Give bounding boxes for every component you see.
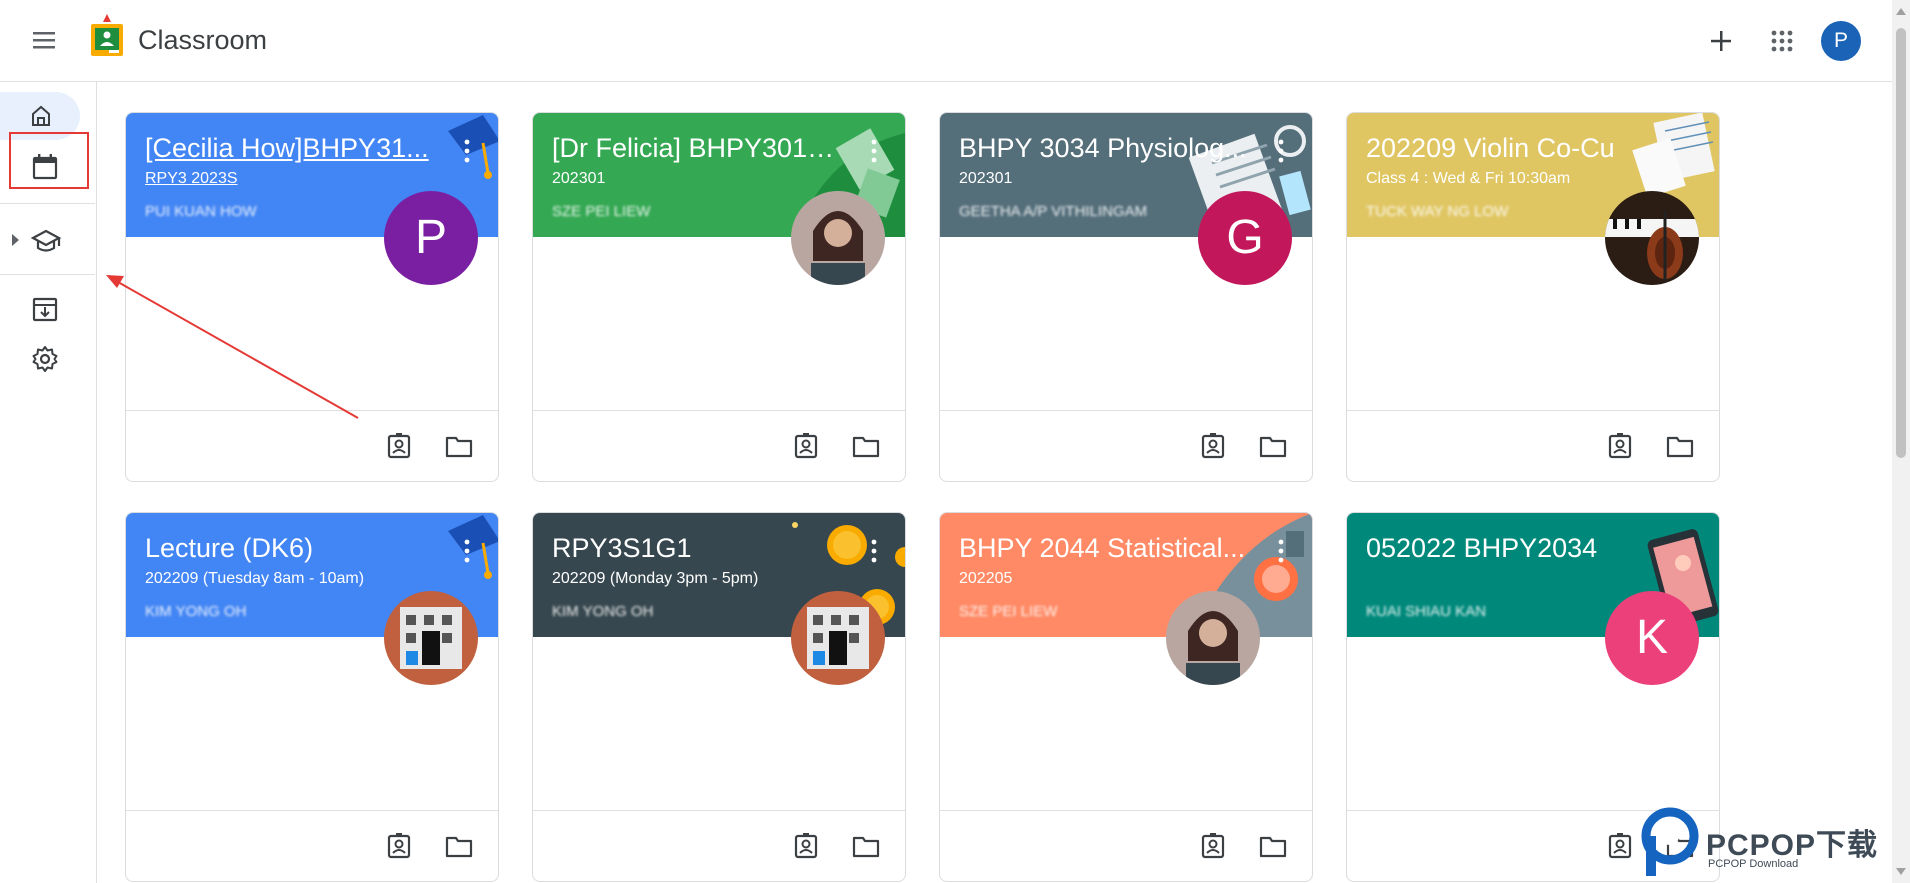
more-options-icon[interactable] xyxy=(1276,137,1286,165)
card-title[interactable]: BHPY 2044 Statistical... xyxy=(959,533,1249,564)
class-card[interactable]: BHPY 2044 Statistical... 202205 SZE PEI … xyxy=(939,512,1313,882)
sidebar-divider xyxy=(0,274,95,275)
card-footer xyxy=(940,410,1312,481)
card-subtitle[interactable]: 202205 xyxy=(959,570,1012,588)
card-subtitle[interactable]: RPY3 2023S xyxy=(145,170,238,188)
hamburger-menu-icon xyxy=(33,32,55,49)
teacher-photo xyxy=(384,591,478,685)
folder-icon[interactable] xyxy=(851,431,881,461)
work-portfolio-icon[interactable] xyxy=(1605,431,1635,461)
card-footer xyxy=(533,410,905,481)
vertical-scrollbar[interactable] xyxy=(1892,0,1910,883)
google-apps-button[interactable] xyxy=(1762,20,1802,62)
work-portfolio-icon[interactable] xyxy=(791,431,821,461)
class-card[interactable]: BHPY 3034 Physiolog... 202301 GEETHA A/P… xyxy=(939,112,1313,482)
school-icon xyxy=(30,229,62,252)
card-teacher: GEETHA A/P VITHILINGAM xyxy=(959,203,1148,220)
card-teacher: KIM YONG OH xyxy=(145,603,247,620)
folder-icon[interactable] xyxy=(444,831,474,861)
sidebar-item-enrolled[interactable] xyxy=(29,224,63,258)
card-footer xyxy=(940,810,1312,881)
app-title[interactable]: Classroom xyxy=(138,25,267,56)
card-footer xyxy=(533,810,905,881)
card-title[interactable]: [Dr Felicia] BHPY3014... xyxy=(552,133,842,164)
card-teacher: KUAI SHIAU KAN xyxy=(1366,603,1487,620)
card-teacher: SZE PEI LIEW xyxy=(959,603,1058,620)
scroll-thumb[interactable] xyxy=(1896,28,1906,458)
card-header: BHPY 2044 Statistical... 202205 SZE PEI … xyxy=(940,513,1312,637)
card-subtitle[interactable]: 202209 (Monday 3pm - 5pm) xyxy=(552,570,758,588)
create-join-class-button[interactable] xyxy=(1701,20,1741,62)
card-teacher: KIM YONG OH xyxy=(552,603,654,620)
class-card[interactable]: [Dr Felicia] BHPY3014... 202301 SZE PEI … xyxy=(532,112,906,482)
navigation-sidebar xyxy=(0,82,97,883)
classroom-logo[interactable] xyxy=(89,12,125,60)
expand-caret-icon[interactable] xyxy=(12,234,19,246)
card-teacher: TUCK WAY NG LOW xyxy=(1366,203,1509,220)
teacher-avatar: K xyxy=(1605,591,1699,685)
card-title[interactable]: Lecture (DK6) xyxy=(145,533,435,564)
card-teacher: PUI KUAN HOW xyxy=(145,203,257,220)
work-portfolio-icon[interactable] xyxy=(1198,831,1228,861)
card-footer xyxy=(126,410,498,481)
watermark-logo xyxy=(1641,807,1699,876)
class-card[interactable]: Lecture (DK6) 202209 (Tuesday 8am - 10am… xyxy=(125,512,499,882)
card-footer xyxy=(126,810,498,881)
work-portfolio-icon[interactable] xyxy=(1198,431,1228,461)
sidebar-item-settings[interactable] xyxy=(28,342,62,376)
gear-icon xyxy=(32,346,58,372)
scroll-down-arrow[interactable] xyxy=(1896,868,1906,875)
watermark-subtext: PCPOP Download xyxy=(1708,858,1799,870)
folder-icon[interactable] xyxy=(1665,431,1695,461)
card-title[interactable]: 052022 BHPY2034 xyxy=(1366,533,1656,564)
account-avatar[interactable]: P xyxy=(1821,21,1861,61)
card-subtitle[interactable]: Class 4 : Wed & Fri 10:30am xyxy=(1366,170,1570,188)
class-card[interactable]: RPY3S1G1 202209 (Monday 3pm - 5pm) KIM Y… xyxy=(532,512,906,882)
card-title[interactable]: 202209 Violin Co-Cu xyxy=(1366,133,1656,164)
card-footer xyxy=(1347,410,1719,481)
sidebar-divider xyxy=(0,203,95,204)
teacher-photo xyxy=(791,591,885,685)
archive-icon xyxy=(32,297,58,322)
teacher-photo xyxy=(1605,191,1699,285)
more-options-icon[interactable] xyxy=(1276,537,1286,565)
card-subtitle[interactable]: 202209 (Tuesday 8am - 10am) xyxy=(145,570,364,588)
folder-icon[interactable] xyxy=(851,831,881,861)
more-options-icon[interactable] xyxy=(462,537,472,565)
home-icon xyxy=(32,105,50,126)
card-title[interactable]: RPY3S1G1 xyxy=(552,533,842,564)
plus-icon xyxy=(1711,31,1731,51)
sidebar-item-archived[interactable] xyxy=(28,292,62,326)
card-title[interactable]: [Cecilia How]BHPY31... xyxy=(145,133,435,164)
folder-icon[interactable] xyxy=(1258,431,1288,461)
main-menu-button[interactable] xyxy=(26,22,62,58)
scroll-up-arrow[interactable] xyxy=(1896,8,1906,15)
folder-icon[interactable] xyxy=(1258,831,1288,861)
work-portfolio-icon[interactable] xyxy=(1605,831,1635,861)
apps-grid-icon xyxy=(1771,30,1793,52)
card-title[interactable]: BHPY 3034 Physiolog... xyxy=(959,133,1249,164)
teacher-avatar: G xyxy=(1198,191,1292,285)
teacher-photo xyxy=(1166,591,1260,685)
teacher-photo xyxy=(791,191,885,285)
watermark: PCPOP下载 PCPOP Download xyxy=(1640,806,1890,883)
folder-icon[interactable] xyxy=(444,431,474,461)
more-options-icon[interactable] xyxy=(869,537,879,565)
class-card[interactable]: [Cecilia How]BHPY31... RPY3 2023S PUI KU… xyxy=(125,112,499,482)
work-portfolio-icon[interactable] xyxy=(791,831,821,861)
teacher-avatar: P xyxy=(384,191,478,285)
card-subtitle[interactable]: 202301 xyxy=(959,170,1012,188)
top-app-bar: Classroom P xyxy=(0,0,1892,82)
work-portfolio-icon[interactable] xyxy=(384,831,414,861)
card-subtitle[interactable]: 202301 xyxy=(552,170,605,188)
annotation-highlight-box xyxy=(9,132,89,189)
more-options-icon[interactable] xyxy=(869,137,879,165)
work-portfolio-icon[interactable] xyxy=(384,431,414,461)
class-card[interactable]: 202209 Violin Co-Cu Class 4 : Wed & Fri … xyxy=(1346,112,1720,482)
card-teacher: SZE PEI LIEW xyxy=(552,203,651,220)
more-options-icon[interactable] xyxy=(462,137,472,165)
